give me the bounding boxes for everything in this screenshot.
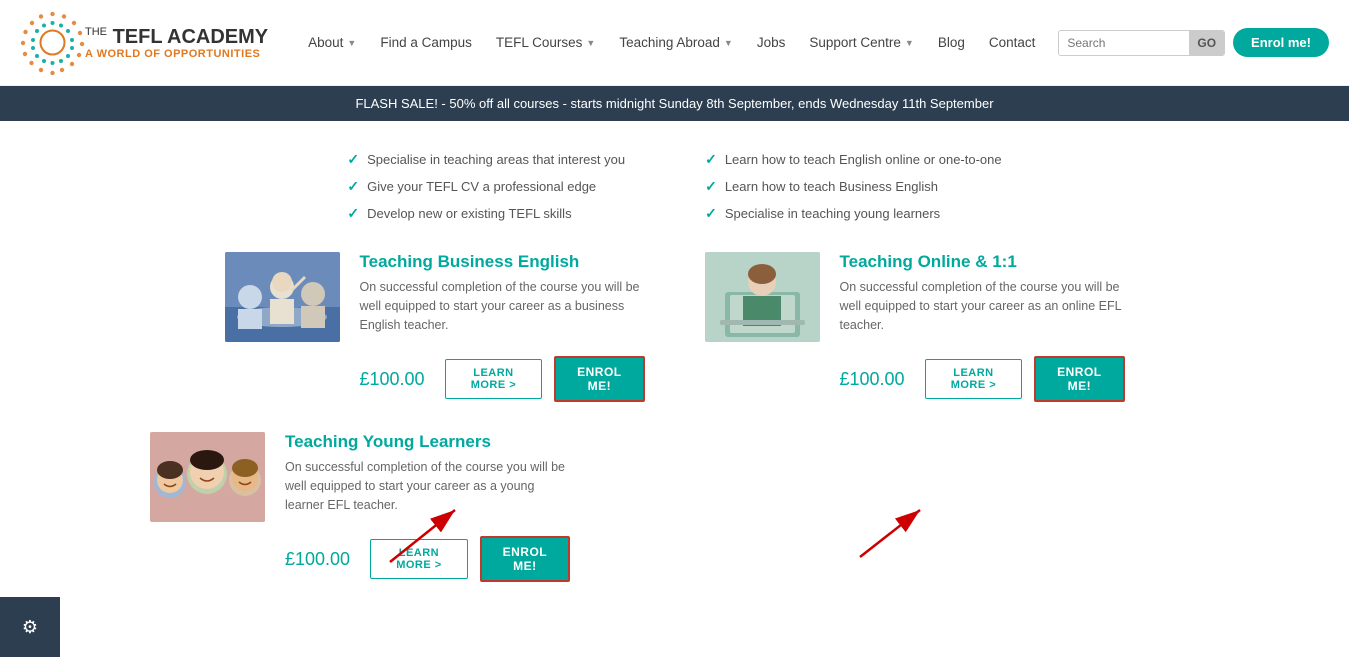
search-box: GO — [1058, 30, 1225, 56]
feature-item: ✓ Learn how to teach Business English — [705, 178, 1002, 195]
gear-icon: ⚙ — [22, 617, 38, 638]
logo-tagline: A WORLD OF OPPORTUNITIES — [85, 48, 268, 60]
features-right: ✓ Learn how to teach English online or o… — [705, 151, 1002, 222]
enrol-button[interactable]: ENROL ME! — [480, 536, 570, 582]
nav-contact[interactable]: Contact — [979, 27, 1046, 58]
course-top: Teaching Online & 1:1 On successful comp… — [705, 252, 1125, 342]
learn-more-button[interactable]: LEARN MORE > — [445, 359, 543, 399]
check-icon: ✓ — [347, 205, 359, 222]
feature-item: ✓ Specialise in teaching young learners — [705, 205, 1002, 222]
main-nav: About ▼ Find a Campus TEFL Courses ▼ Tea… — [298, 27, 1058, 58]
course-description: On successful completion of the course y… — [840, 278, 1125, 334]
course-image-online — [705, 252, 820, 342]
header: THE TEFL ACADEMY A WORLD OF OPPORTUNITIE… — [0, 0, 1349, 86]
features-left: ✓ Specialise in teaching areas that inte… — [347, 151, 625, 222]
nav-blog[interactable]: Blog — [928, 27, 975, 58]
nav-find-campus[interactable]: Find a Campus — [370, 27, 482, 58]
course-description: On successful completion of the course y… — [285, 458, 570, 514]
logo-icon — [20, 10, 85, 75]
chevron-down-icon: ▼ — [347, 38, 356, 48]
course-info: Teaching Young Learners On successful co… — [285, 432, 570, 514]
course-price: £100.00 — [360, 369, 425, 390]
nav-about[interactable]: About ▼ — [298, 27, 366, 58]
course-image-business — [225, 252, 340, 342]
check-icon: ✓ — [705, 178, 717, 195]
chevron-down-icon: ▼ — [724, 38, 733, 48]
course-bottom: £100.00 LEARN MORE > ENROL ME! — [150, 536, 570, 582]
feature-item: ✓ Develop new or existing TEFL skills — [347, 205, 625, 222]
course-description: On successful completion of the course y… — [360, 278, 645, 334]
search-input[interactable] — [1059, 31, 1189, 55]
feature-item: ✓ Learn how to teach English online or o… — [705, 151, 1002, 168]
courses-section: Teaching Business English On successful … — [0, 242, 1349, 642]
nav-teaching-abroad[interactable]: Teaching Abroad ▼ — [609, 27, 743, 58]
course-info: Teaching Business English On successful … — [360, 252, 645, 334]
courses-row-1: Teaching Business English On successful … — [60, 252, 1289, 402]
features-section: ✓ Specialise in teaching areas that inte… — [0, 121, 1349, 242]
settings-corner[interactable]: ⚙ — [0, 597, 60, 657]
course-bottom: £100.00 LEARN MORE > ENROL ME! — [225, 356, 645, 402]
nav-jobs[interactable]: Jobs — [747, 27, 796, 58]
learn-more-button[interactable]: LEARN MORE > — [370, 539, 468, 579]
check-icon: ✓ — [347, 151, 359, 168]
course-title: Teaching Business English — [360, 252, 645, 272]
feature-item: ✓ Give your TEFL CV a professional edge — [347, 178, 625, 195]
course-card-young-learners: Teaching Young Learners On successful co… — [150, 432, 570, 582]
check-icon: ✓ — [705, 151, 717, 168]
chevron-down-icon: ▼ — [905, 38, 914, 48]
course-image-young — [150, 432, 265, 522]
feature-item: ✓ Specialise in teaching areas that inte… — [347, 151, 625, 168]
enrol-button[interactable]: ENROL ME! — [554, 356, 644, 402]
enrol-button[interactable]: ENROL ME! — [1034, 356, 1124, 402]
logo-brand: THE TEFL ACADEMY — [85, 26, 268, 48]
header-right: GO Enrol me! — [1058, 28, 1329, 57]
check-icon: ✓ — [347, 178, 359, 195]
nav-support-centre[interactable]: Support Centre ▼ — [799, 27, 923, 58]
course-price: £100.00 — [840, 369, 905, 390]
nav-tefl-courses[interactable]: TEFL Courses ▼ — [486, 27, 605, 58]
enrol-header-button[interactable]: Enrol me! — [1233, 28, 1329, 57]
learn-more-button[interactable]: LEARN MORE > — [925, 359, 1023, 399]
flash-banner: FLASH SALE! - 50% off all courses - star… — [0, 86, 1349, 121]
search-go-button[interactable]: GO — [1189, 31, 1224, 55]
course-top: Teaching Business English On successful … — [225, 252, 645, 342]
logo-area: THE TEFL ACADEMY A WORLD OF OPPORTUNITIE… — [20, 10, 268, 75]
courses-row-2: Teaching Young Learners On successful co… — [60, 432, 1289, 582]
course-info: Teaching Online & 1:1 On successful comp… — [840, 252, 1125, 334]
logo-text: THE TEFL ACADEMY A WORLD OF OPPORTUNITIE… — [85, 26, 268, 60]
course-bottom: £100.00 LEARN MORE > ENROL ME! — [705, 356, 1125, 402]
course-card-online: Teaching Online & 1:1 On successful comp… — [705, 252, 1125, 402]
course-price: £100.00 — [285, 549, 350, 570]
course-title: Teaching Online & 1:1 — [840, 252, 1125, 272]
course-top: Teaching Young Learners On successful co… — [150, 432, 570, 522]
course-card-business-english: Teaching Business English On successful … — [225, 252, 645, 402]
check-icon: ✓ — [705, 205, 717, 222]
course-title: Teaching Young Learners — [285, 432, 570, 452]
chevron-down-icon: ▼ — [586, 38, 595, 48]
